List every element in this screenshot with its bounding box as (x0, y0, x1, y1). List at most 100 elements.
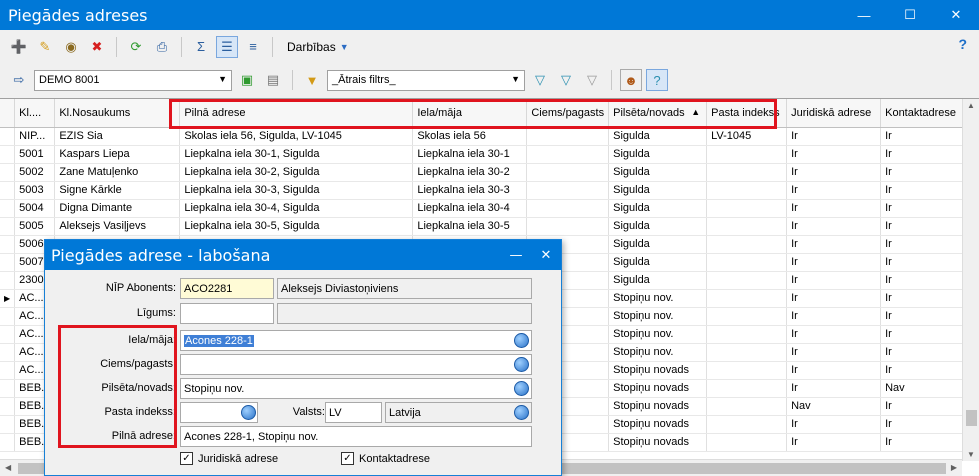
close-button[interactable]: ✕ (531, 248, 561, 263)
close-button[interactable]: ✕ (933, 0, 979, 30)
ciems-field[interactable] (180, 354, 532, 375)
column-header[interactable]: Iela/māja (412, 99, 528, 128)
table-cell[interactable]: 5001 (14, 145, 56, 164)
column-header[interactable]: Kl.... (14, 99, 56, 128)
table-cell[interactable]: Liepkalna iela 30-1 (412, 145, 528, 164)
table-cell[interactable]: Ir (880, 397, 972, 416)
help-icon[interactable]: ? (958, 36, 967, 52)
table-cell[interactable]: Aleksejs Vasiļjevs (54, 217, 181, 236)
table-cell[interactable]: Sigulda (608, 253, 708, 272)
table-cell[interactable] (706, 253, 788, 272)
filter-clear-icon[interactable]: ▽ (581, 69, 603, 91)
table-cell[interactable]: Ir (880, 217, 972, 236)
table-cell[interactable]: Ir (786, 361, 882, 380)
table-cell[interactable]: Stopiņu novads (608, 433, 708, 452)
table-cell[interactable]: Sigulda (608, 199, 708, 218)
table-cell[interactable]: Ir (786, 217, 882, 236)
table-cell[interactable]: Ir (880, 145, 972, 164)
table-cell[interactable]: Ir (786, 271, 882, 290)
table-cell[interactable]: Skolas iela 56 (412, 127, 528, 146)
table-cell[interactable]: Nav (786, 397, 882, 416)
minimize-button[interactable]: — (501, 248, 531, 263)
table-cell[interactable]: Ir (786, 127, 882, 146)
table-cell[interactable]: Sigulda (608, 235, 708, 254)
table-cell[interactable]: Stopiņu nov. (608, 325, 708, 344)
table-cell[interactable]: Ir (880, 163, 972, 182)
table-row[interactable]: NIP... EZIS Sia Skolas iela 56, Sigulda, L… (0, 127, 972, 146)
table-cell[interactable]: Ir (786, 163, 882, 182)
table-cell[interactable]: Ir (880, 289, 972, 308)
scroll-thumb[interactable] (966, 410, 977, 426)
tree-icon[interactable]: ≡ (242, 36, 264, 58)
column-header[interactable]: Kl.Nosaukums (54, 99, 181, 128)
ligums-field[interactable] (180, 303, 274, 324)
column-header[interactable]: Kontaktadrese (880, 99, 972, 128)
table-cell[interactable]: Ir (880, 127, 972, 146)
table-cell[interactable] (706, 163, 788, 182)
filter-edit-icon[interactable]: ▼ (301, 69, 323, 91)
table-cell[interactable]: Ir (786, 415, 882, 434)
table-cell[interactable]: 5003 (14, 181, 56, 200)
pilna-field[interactable]: Acones 228-1, Stopiņu nov. (180, 426, 532, 447)
valsts-code-field[interactable]: LV (325, 402, 382, 423)
table-cell[interactable]: Ir (880, 181, 972, 200)
table-cell[interactable]: Stopiņu novads (608, 361, 708, 380)
table-cell[interactable]: Ir (786, 181, 882, 200)
table-cell[interactable]: Stopiņu nov. (608, 343, 708, 362)
table-cell[interactable]: Ir (786, 379, 882, 398)
list-icon[interactable]: ▤ (262, 69, 284, 91)
table-cell[interactable] (526, 127, 610, 146)
table-cell[interactable]: EZIS Sia (54, 127, 181, 146)
column-header[interactable]: Ciems/pagasts (526, 99, 610, 128)
table-cell[interactable]: Sigulda (608, 217, 708, 236)
maximize-button[interactable]: ☐ (887, 0, 933, 30)
table-cell[interactable] (526, 145, 610, 164)
column-header[interactable]: Juridiskā adrese (786, 99, 882, 128)
filter-question-icon[interactable]: ? (646, 69, 668, 91)
table-cell[interactable]: Sigulda (608, 181, 708, 200)
table-cell[interactable]: Ir (880, 343, 972, 362)
table-cell[interactable] (706, 217, 788, 236)
table-cell[interactable] (706, 433, 788, 452)
scroll-up-icon[interactable]: ▲ (967, 101, 975, 110)
sum-icon[interactable]: Σ (190, 36, 212, 58)
table-cell[interactable] (526, 163, 610, 182)
table-row[interactable]: 5003 Signe Kārkle Liepkalna iela 30-3, Sig… (0, 181, 972, 200)
add-database-icon[interactable]: ▣ (236, 69, 258, 91)
table-cell[interactable]: Ir (880, 271, 972, 290)
filter-add-icon[interactable]: ▽ (529, 69, 551, 91)
column-header[interactable]: Pilnā adrese (179, 99, 414, 128)
table-cell[interactable]: Ir (880, 253, 972, 272)
table-cell[interactable]: Ir (880, 235, 972, 254)
kontakt-checkbox[interactable]: ✓ Kontaktadrese (341, 452, 430, 465)
scroll-left-icon[interactable]: ◀ (5, 463, 11, 472)
table-cell[interactable] (706, 343, 788, 362)
actions-menu[interactable]: Darbības ▼ (281, 40, 355, 54)
table-cell[interactable]: Liepkalna iela 30-5 (412, 217, 528, 236)
globe-icon[interactable] (514, 357, 529, 372)
view-icon[interactable]: ◉ (60, 36, 82, 58)
table-cell[interactable]: Sigulda (608, 163, 708, 182)
table-cell[interactable]: Ir (880, 361, 972, 380)
table-cell[interactable]: Stopiņu novads (608, 397, 708, 416)
table-cell[interactable]: Ir (786, 289, 882, 308)
table-cell[interactable]: Sigulda (608, 145, 708, 164)
table-cell[interactable]: Ir (786, 145, 882, 164)
filter-icon[interactable]: ▽ (555, 69, 577, 91)
table-cell[interactable]: Ir (786, 307, 882, 326)
table-cell[interactable] (706, 361, 788, 380)
table-cell[interactable]: Ir (880, 199, 972, 218)
table-cell[interactable]: Stopiņu nov. (608, 307, 708, 326)
table-cell[interactable] (706, 397, 788, 416)
table-cell[interactable]: Stopiņu novads (608, 379, 708, 398)
table-cell[interactable]: Liepkalna iela 30-2, Sigulda (179, 163, 414, 182)
user-filter-icon[interactable]: ☻ (620, 69, 642, 91)
table-cell[interactable]: 5004 (14, 199, 56, 218)
table-cell[interactable]: Sigulda (608, 271, 708, 290)
minimize-button[interactable]: — (841, 0, 887, 30)
table-cell[interactable]: Kaspars Liepa (54, 145, 181, 164)
table-cell[interactable]: Ir (880, 415, 972, 434)
pilseta-field[interactable]: Stopiņu nov. (180, 378, 532, 399)
table-cell[interactable] (526, 217, 610, 236)
table-row[interactable]: 5005 Aleksejs Vasiļjevs Liepkalna iela 30-… (0, 217, 972, 236)
